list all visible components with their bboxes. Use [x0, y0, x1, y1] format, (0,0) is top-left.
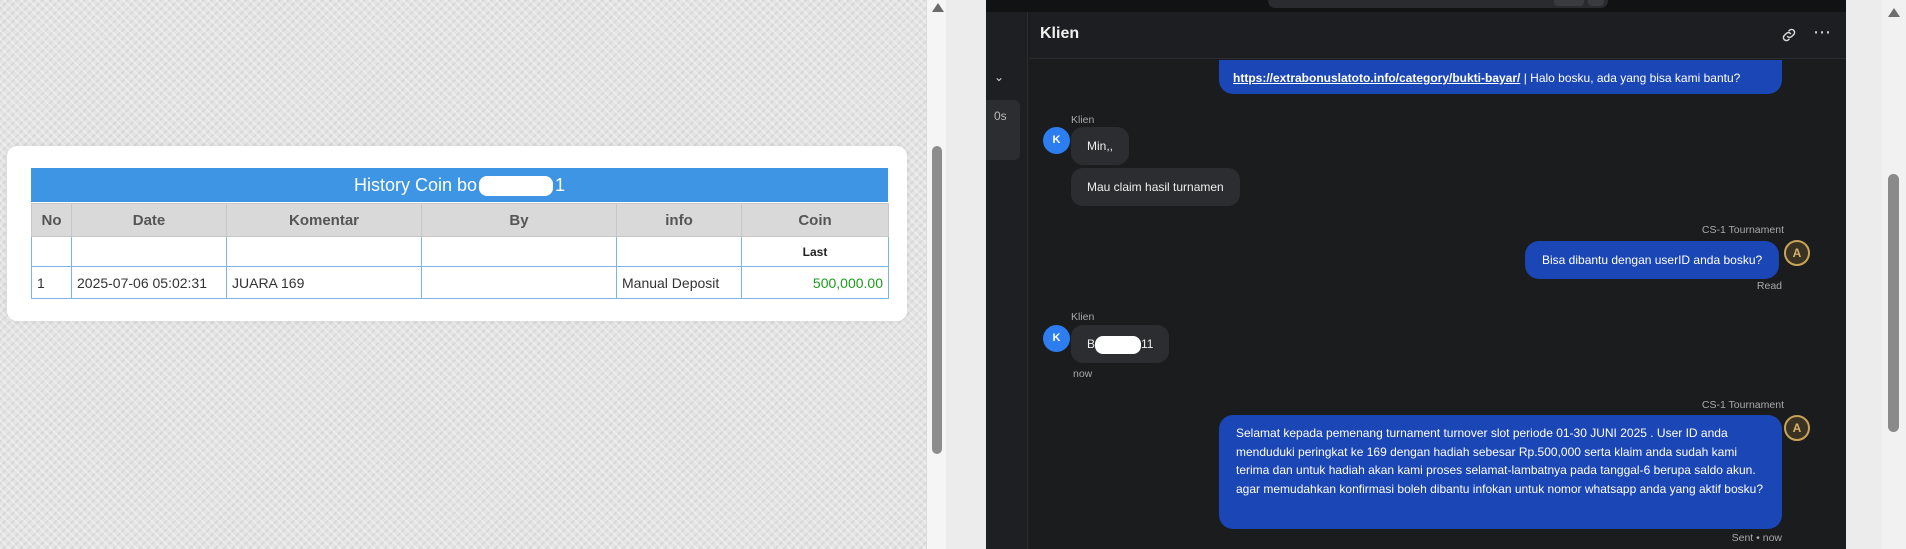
history-title: History Coin bo 1 [31, 168, 888, 202]
cell-by [421, 266, 617, 299]
col-header-date[interactable]: Date [71, 203, 227, 237]
conversation-chip[interactable]: 0s [986, 100, 1020, 160]
cell-coin: 500,000.00 [741, 266, 889, 299]
redaction-block [479, 176, 554, 197]
left-scrollbar[interactable] [926, 0, 946, 549]
history-title-suffix: 1 [555, 175, 566, 195]
outgoing-message: Bisa dibantu dengan userID anda bosku? [1525, 241, 1780, 279]
top-button[interactable] [1588, 0, 1604, 6]
table-header-row: No Date Komentar By info Coin [31, 203, 889, 237]
cell-komentar: JUARA 169 [226, 266, 422, 299]
sub-header-last: Last [741, 236, 889, 267]
message-text-prefix: B [1087, 337, 1096, 351]
left-scrollbar-thumb[interactable] [932, 146, 942, 454]
sent-status: Sent • now [1731, 532, 1782, 544]
chat-app: ⌄ 0s Klien ⋯ https://extrabonuslatoto.in… [986, 0, 1846, 549]
top-button[interactable] [1554, 0, 1584, 6]
col-header-by[interactable]: By [421, 203, 617, 237]
empty-cell [226, 236, 422, 267]
table-row: 1 2025-07-06 05:02:31 JUARA 169 Manual D… [31, 266, 889, 299]
message-text-suffix: 11 [1141, 337, 1154, 351]
agent-avatar: A [1784, 240, 1810, 266]
empty-cell [71, 236, 227, 267]
empty-cell [421, 236, 617, 267]
cell-no: 1 [31, 266, 72, 299]
top-strip [986, 0, 1846, 12]
read-status: Read [1756, 280, 1782, 292]
chat-title: Klien [1040, 25, 1080, 42]
history-title-prefix: History Coin bo [353, 175, 478, 195]
outgoing-message: https://extrabonuslatoto.info/category/b… [1219, 60, 1782, 94]
conversation-list-edge: ⌄ 0s [986, 12, 1028, 549]
sender-label: CS-1 Tournament [1701, 399, 1784, 411]
left-pane: History Coin bo 1 No Date Komentar By inf… [0, 0, 946, 549]
cell-info: Manual Deposit [616, 266, 742, 299]
client-avatar: K [1043, 325, 1070, 352]
empty-cell [31, 236, 72, 267]
cell-date: 2025-07-06 05:02:31 [71, 266, 227, 299]
incoming-message: Min,, [1071, 127, 1130, 165]
message-list: https://extrabonuslatoto.info/category/b… [1029, 60, 1846, 549]
scroll-up-arrow-icon[interactable] [932, 3, 944, 12]
right-scrollbar-thumb[interactable] [1888, 174, 1899, 432]
empty-cell [616, 236, 742, 267]
message-time: now [1073, 368, 1093, 380]
sender-label: CS-1 Tournament [1701, 224, 1784, 236]
scroll-up-arrow-icon[interactable] [1888, 8, 1900, 17]
agent-avatar: A [1784, 415, 1810, 441]
sender-label: Klien [1071, 311, 1095, 323]
more-icon[interactable]: ⋯ [1813, 22, 1832, 43]
incoming-message: Mau claim hasil turnamen [1071, 168, 1240, 206]
history-coin-card: History Coin bo 1 No Date Komentar By inf… [7, 146, 907, 321]
col-header-komentar[interactable]: Komentar [226, 203, 422, 237]
redaction-block [1095, 335, 1142, 354]
message-text: | Halo bosku, ada yang bisa kami bantu? [1523, 71, 1741, 85]
message-link[interactable]: https://extrabonuslatoto.info/category/b… [1233, 71, 1520, 85]
link-icon[interactable] [1780, 26, 1798, 44]
sub-header-row: Last [31, 236, 889, 267]
col-header-coin[interactable]: Coin [741, 203, 889, 237]
history-table: No Date Komentar By info Coin Last 1 202… [31, 203, 889, 299]
sender-label: Klien [1071, 114, 1095, 126]
col-header-info[interactable]: info [616, 203, 742, 237]
outgoing-message: Selamat kepada pemenang turnament turnov… [1219, 415, 1782, 529]
right-scrollbar[interactable] [1882, 0, 1906, 549]
chat-header: Klien ⋯ [1029, 12, 1846, 59]
conversation-chip-time: 0s [994, 109, 1007, 123]
chevron-down-icon[interactable]: ⌄ [994, 70, 1004, 84]
incoming-message: B 11 [1071, 325, 1170, 363]
client-avatar: K [1043, 127, 1070, 154]
col-header-no[interactable]: No [31, 203, 72, 237]
